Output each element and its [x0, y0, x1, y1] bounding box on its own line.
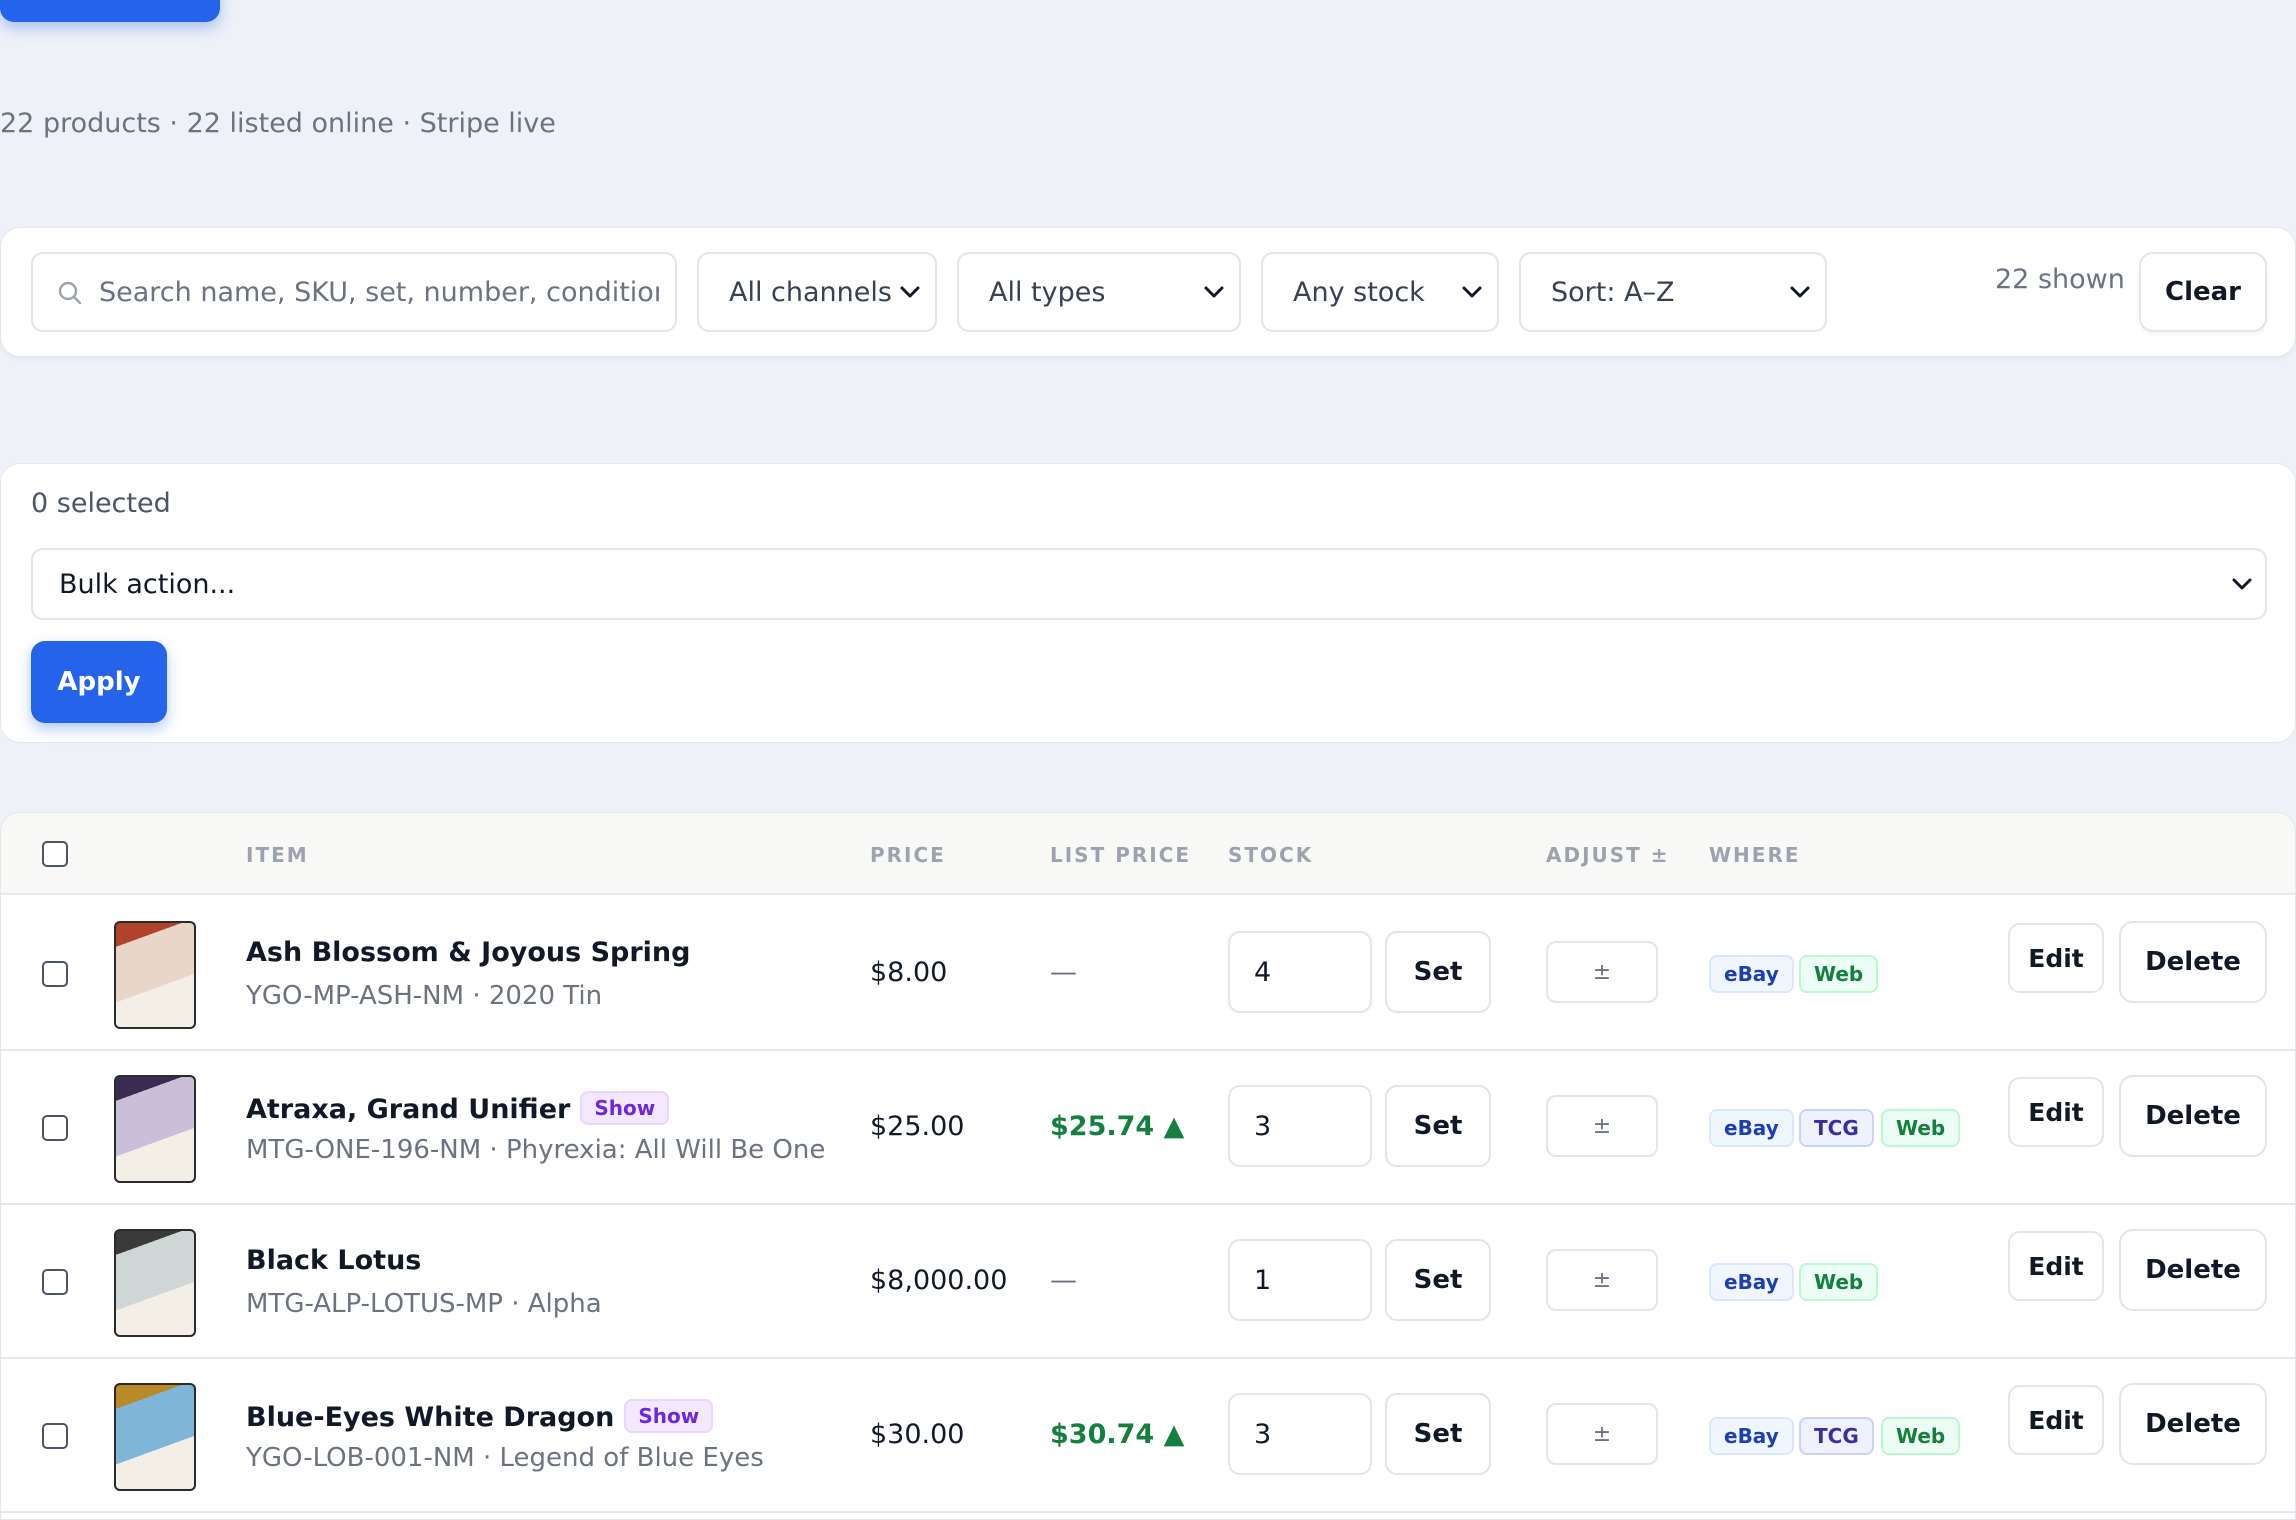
search-input[interactable]: [99, 256, 659, 328]
edit-button[interactable]: Edit: [2008, 1077, 2104, 1147]
search-icon: [58, 281, 82, 305]
stock-input[interactable]: [1228, 1393, 1372, 1475]
column-header-price: PRICE: [870, 843, 946, 867]
product-name: Blue-Eyes White Dragon: [246, 1402, 615, 1433]
product-sku-set: YGO-MP-ASH-NM · 2020 Tin: [246, 981, 603, 1011]
filter-bar: All channels All types Any stock Sort: A…: [0, 227, 2296, 357]
set-stock-button[interactable]: Set: [1385, 931, 1491, 1013]
table-row: Ash Blossom & Joyous Spring YGO-MP-ASH-NM…: [1, 897, 2295, 1051]
product-name-line: Atraxa, Grand Unifier Show: [246, 1091, 670, 1125]
search-field[interactable]: [31, 252, 677, 332]
product-name: Ash Blossom & Joyous Spring: [246, 937, 691, 968]
edit-button[interactable]: Edit: [2008, 923, 2104, 993]
stock-input[interactable]: [1228, 1239, 1372, 1321]
channel-badge-web: Web: [1799, 955, 1879, 993]
product-price: $30.00: [870, 1419, 965, 1450]
type-select-value: All types: [989, 276, 1106, 308]
product-name: Atraxa, Grand Unifier: [246, 1094, 571, 1125]
stock-select[interactable]: Any stock: [1261, 252, 1499, 332]
sort-select-value: Sort: A–Z: [1551, 276, 1675, 308]
row-checkbox[interactable]: [42, 961, 68, 987]
sort-select[interactable]: Sort: A–Z: [1519, 252, 1827, 332]
row-checkbox[interactable]: [42, 1423, 68, 1449]
bulk-action-value: Bulk action...: [59, 568, 236, 600]
channel-badge-ebay: eBay: [1709, 955, 1794, 993]
chevron-down-icon: [900, 286, 920, 298]
column-header-where: WHERE: [1709, 843, 1801, 867]
product-thumbnail: [114, 1075, 196, 1183]
product-sku-set: MTG-ONE-196-NM · Phyrexia: All Will Be O…: [246, 1135, 826, 1165]
delete-button[interactable]: Delete: [2119, 921, 2267, 1003]
channel-select[interactable]: All channels: [697, 252, 937, 332]
channel-badge-tcg: TCG: [1799, 1109, 1874, 1147]
adjust-stock-input[interactable]: ±: [1546, 941, 1658, 1003]
stock-input[interactable]: [1228, 931, 1372, 1013]
row-checkbox[interactable]: [42, 1115, 68, 1141]
product-name: Black Lotus: [246, 1245, 422, 1276]
clear-filters-button[interactable]: Clear: [2139, 252, 2267, 332]
channel-select-value: All channels: [729, 276, 892, 308]
channel-badge-web: Web: [1881, 1109, 1961, 1147]
channel-badge-tcg: TCG: [1799, 1417, 1874, 1455]
show-badge: Show: [624, 1399, 714, 1433]
table-row: Black Lotus MTG-ALP-LOTUS-MP · Alpha $8,00…: [1, 1205, 2295, 1359]
column-header-list-price: LIST PRICE: [1050, 843, 1192, 867]
bulk-action-select[interactable]: Bulk action...: [31, 548, 2267, 620]
channel-badge-web: Web: [1799, 1263, 1879, 1301]
apply-button[interactable]: Apply: [31, 641, 167, 723]
products-table: ITEM PRICE LIST PRICE STOCK ADJUST ± WHE…: [0, 812, 2296, 1520]
shown-count: 22 shown: [1995, 264, 2125, 295]
product-list-price: $30.74 ▲: [1050, 1419, 1185, 1450]
chevron-down-icon: [2232, 578, 2252, 590]
channel-badge-ebay: eBay: [1709, 1417, 1794, 1455]
selected-count: 0 selected: [31, 488, 171, 519]
stock-input[interactable]: [1228, 1085, 1372, 1167]
channel-badge-ebay: eBay: [1709, 1263, 1794, 1301]
delete-button[interactable]: Delete: [2119, 1075, 2267, 1157]
set-stock-button[interactable]: Set: [1385, 1239, 1491, 1321]
product-thumbnail: [114, 1229, 196, 1337]
product-sku-set: YGO-LOB-001-NM · Legend of Blue Eyes: [246, 1443, 764, 1473]
channel-badge-ebay: eBay: [1709, 1109, 1794, 1147]
set-stock-button[interactable]: Set: [1385, 1085, 1491, 1167]
product-list-price: —: [1050, 1265, 1077, 1296]
stock-select-value: Any stock: [1293, 276, 1425, 308]
chevron-down-icon: [1462, 286, 1482, 298]
table-row: Atraxa, Grand Unifier Show MTG-ONE-196-NM …: [1, 1051, 2295, 1205]
product-thumbnail: [114, 921, 196, 1029]
chevron-down-icon: [1204, 286, 1224, 298]
column-header-stock: STOCK: [1228, 843, 1314, 867]
product-price: $8.00: [870, 957, 948, 988]
primary-action-button[interactable]: [0, 0, 220, 22]
product-sku-set: MTG-ALP-LOTUS-MP · Alpha: [246, 1289, 602, 1319]
product-list-price: —: [1050, 957, 1077, 988]
set-stock-button[interactable]: Set: [1385, 1393, 1491, 1475]
adjust-stock-input[interactable]: ±: [1546, 1249, 1658, 1311]
edit-button[interactable]: Edit: [2008, 1385, 2104, 1455]
select-all-checkbox[interactable]: [42, 841, 68, 867]
table-row: Blue-Eyes White Dragon Show YGO-LOB-001-NM…: [1, 1359, 2295, 1513]
delete-button[interactable]: Delete: [2119, 1229, 2267, 1311]
type-select[interactable]: All types: [957, 252, 1241, 332]
chevron-down-icon: [1790, 286, 1810, 298]
column-header-item: ITEM: [246, 843, 309, 867]
product-price: $25.00: [870, 1111, 965, 1142]
product-name-line: Black Lotus: [246, 1245, 421, 1276]
inventory-summary: 22 products · 22 listed online · Stripe …: [0, 108, 556, 139]
delete-button[interactable]: Delete: [2119, 1383, 2267, 1465]
row-checkbox[interactable]: [42, 1269, 68, 1295]
product-name-line: Ash Blossom & Joyous Spring: [246, 937, 690, 968]
edit-button[interactable]: Edit: [2008, 1231, 2104, 1301]
table-header: ITEM PRICE LIST PRICE STOCK ADJUST ± WHE…: [1, 813, 2295, 895]
product-name-line: Blue-Eyes White Dragon Show: [246, 1399, 714, 1433]
bulk-actions-panel: 0 selected Bulk action... Apply: [0, 463, 2296, 743]
channel-badge-web: Web: [1881, 1417, 1961, 1455]
show-badge: Show: [580, 1091, 670, 1125]
product-thumbnail: [114, 1383, 196, 1491]
adjust-stock-input[interactable]: ±: [1546, 1403, 1658, 1465]
product-list-price: $25.74 ▲: [1050, 1111, 1185, 1142]
adjust-stock-input[interactable]: ±: [1546, 1095, 1658, 1157]
column-header-adjust: ADJUST ±: [1546, 843, 1670, 867]
product-price: $8,000.00: [870, 1265, 1008, 1296]
